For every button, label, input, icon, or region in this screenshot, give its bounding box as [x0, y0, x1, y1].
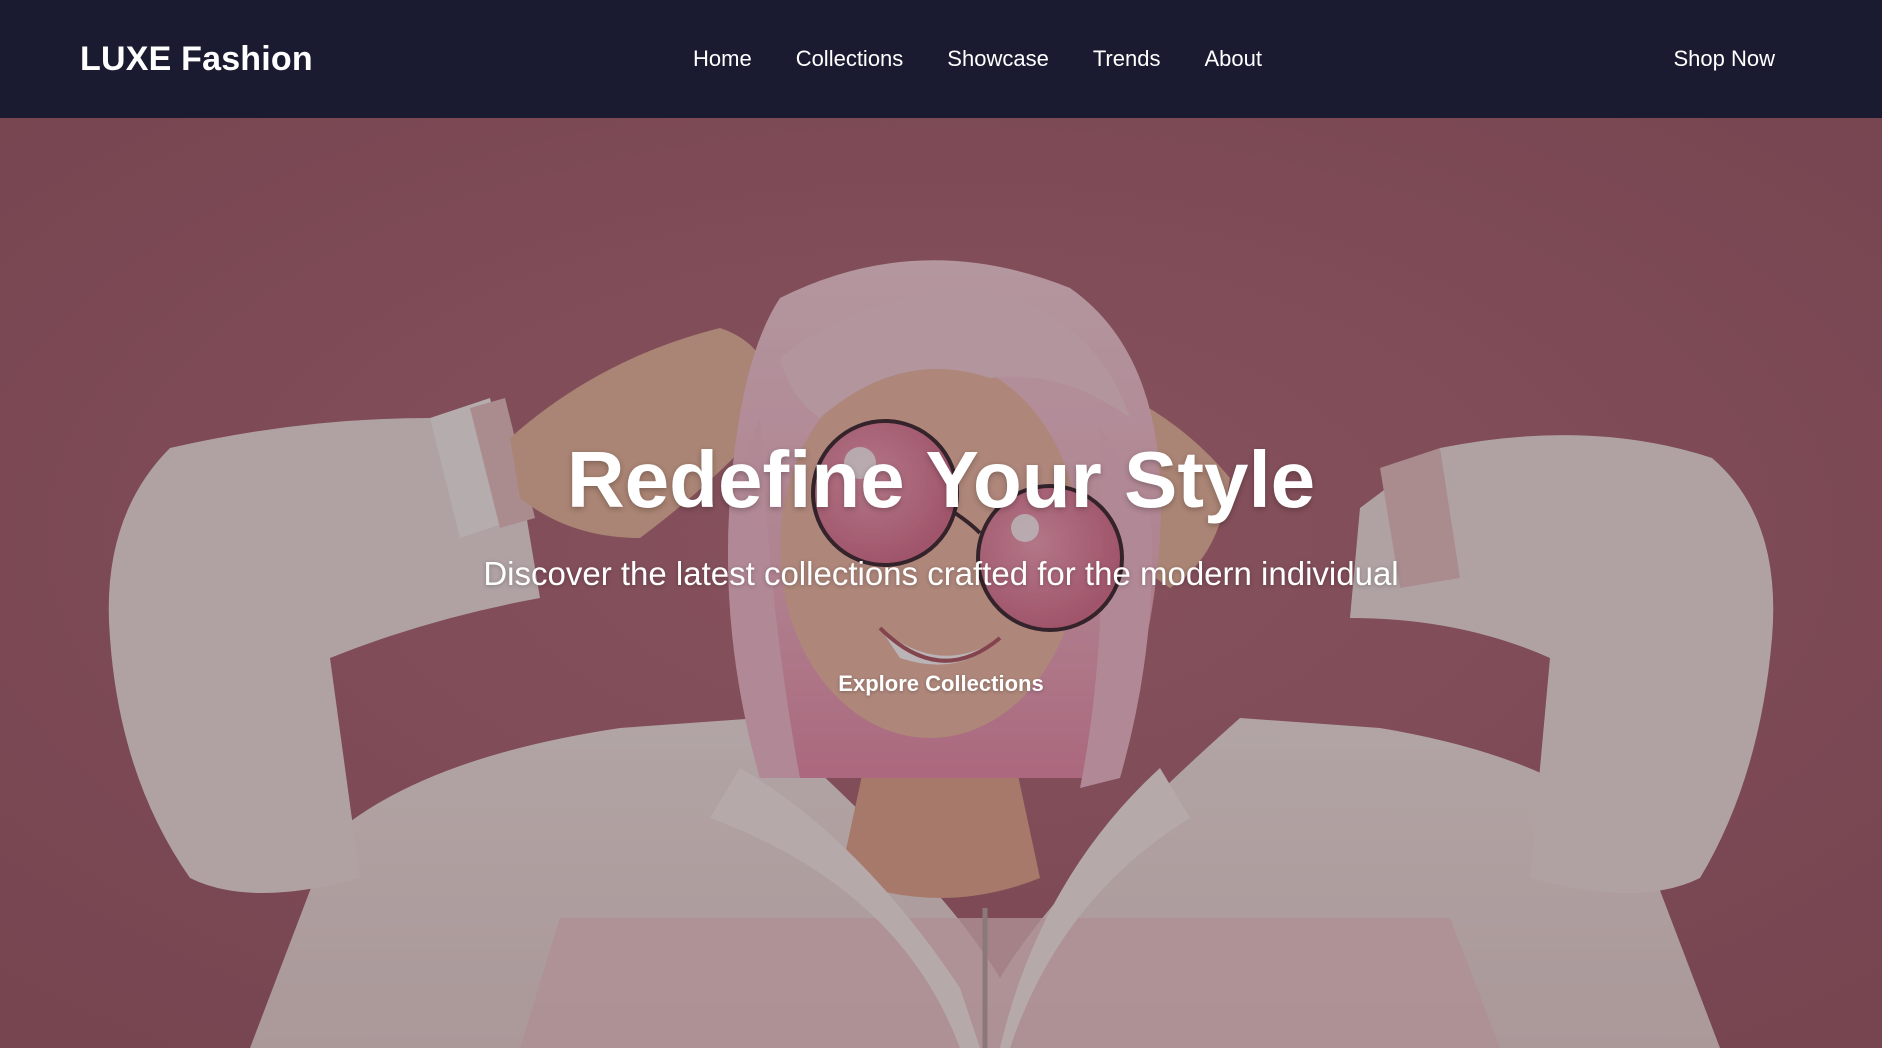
nav-link-showcase[interactable]: Showcase [947, 46, 1049, 72]
brand-logo[interactable]: LUXE Fashion [80, 40, 313, 79]
nav-link-about[interactable]: About [1204, 46, 1262, 72]
main-navigation: Home Collections Showcase Trends About [693, 0, 1262, 118]
hero-section: Redefine Your Style Discover the latest … [0, 118, 1882, 1048]
nav-link-collections[interactable]: Collections [796, 46, 904, 72]
shop-now-button[interactable]: Shop Now [1673, 0, 1775, 118]
hero-title: Redefine Your Style [566, 435, 1316, 524]
nav-link-trends[interactable]: Trends [1093, 46, 1161, 72]
nav-link-home[interactable]: Home [693, 46, 752, 72]
explore-collections-button[interactable]: Explore Collections [791, 654, 1091, 714]
hero-subtitle: Discover the latest collections crafted … [483, 555, 1399, 592]
hero-content: Redefine Your Style Discover the latest … [0, 118, 1882, 1048]
top-navbar: LUXE Fashion Home Collections Showcase T… [0, 0, 1882, 118]
